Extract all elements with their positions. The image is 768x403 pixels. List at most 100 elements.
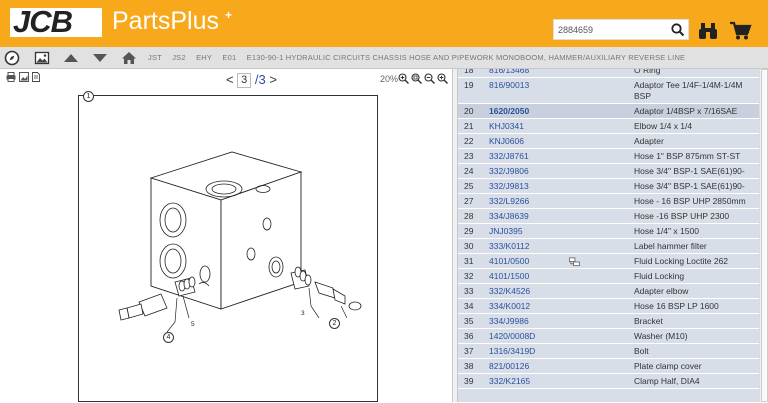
callout-2[interactable]: 2: [329, 318, 340, 329]
part-description: Clamp Half, DIA4: [634, 376, 700, 386]
viewer-toolbar: < 3 /3 > 20%: [0, 69, 452, 91]
callout-4[interactable]: 4: [163, 332, 174, 343]
table-row[interactable]: 36 1420/0008D Washer (M10): [458, 329, 759, 344]
part-number-link[interactable]: 332/J9806: [489, 164, 529, 179]
print-icon[interactable]: [6, 72, 16, 82]
table-row[interactable]: 34 334/K0012 Hose 16 BSP LP 1600: [458, 299, 759, 314]
part-description: Bolt: [634, 346, 649, 356]
compass-icon[interactable]: [4, 50, 20, 66]
table-row[interactable]: 38 821/00126 Plate clamp cover: [458, 359, 759, 374]
part-number-link[interactable]: 1420/0008D: [489, 329, 535, 344]
part-description: O Ring: [634, 69, 661, 75]
diagram-sheet[interactable]: 1 5 3 4 2: [78, 91, 378, 402]
table-row[interactable]: 28 334/J8639 Hose -16 BSP UHP 2300: [458, 209, 759, 224]
table-row[interactable]: 23 332/J8761 Hose 1" BSP 875mm ST-ST: [458, 149, 759, 164]
zoom-out-icon[interactable]: [424, 73, 435, 84]
part-description: Fluid Locking: [634, 271, 685, 281]
table-row[interactable]: 33 332/K4526 Adapter elbow: [458, 284, 759, 299]
label-5: 5: [191, 321, 195, 328]
part-description: Adapter elbow: [634, 286, 689, 296]
prev-page-button[interactable]: <: [226, 72, 234, 87]
part-number-link[interactable]: 334/J9986: [489, 314, 529, 329]
hydraulic-block-diagram: 5 3: [118, 151, 362, 333]
search-input[interactable]: [558, 23, 668, 37]
row-number: 30: [464, 241, 474, 251]
part-number-link[interactable]: 4101/0500: [489, 254, 529, 269]
part-number-link[interactable]: 816/13468: [489, 69, 529, 78]
part-number-link[interactable]: JNJ0395: [489, 224, 523, 239]
part-number-link[interactable]: 821/00126: [489, 359, 529, 374]
part-description: Hose 16 BSP LP 1600: [634, 301, 719, 311]
part-description: Hose 3/4" BSP-1 SAE(61)90-: [634, 166, 745, 176]
part-description: Adaptor 1/4BSP x 7/16SAE: [634, 106, 738, 116]
parts-scrollbar[interactable]: [759, 69, 768, 402]
brand-plus-mark: +: [225, 8, 233, 22]
row-number: 31: [464, 256, 474, 266]
table-row[interactable]: 19 816/90013 Adaptor Tee 1/4F-1/4M-1/4M BS…: [458, 78, 759, 104]
row-number: 20: [464, 106, 474, 116]
zoom-fit-icon[interactable]: [411, 73, 422, 84]
search-icon[interactable]: [670, 22, 686, 38]
table-row[interactable]: 30 333/K0112 Label hammer filter: [458, 239, 759, 254]
part-number-link[interactable]: 332/K4526: [489, 284, 530, 299]
part-number-link[interactable]: 334/J8639: [489, 209, 529, 224]
table-row[interactable]: 27 332/L9266 Hose - 16 BSP UHP 2850mm: [458, 194, 759, 209]
table-row[interactable]: 22 KNJ0606 Adapter: [458, 134, 759, 149]
row-number: 33: [464, 286, 474, 296]
table-row[interactable]: 20 1620/2050 Adaptor 1/4BSP x 7/16SAE: [458, 104, 759, 119]
part-number-link[interactable]: 333/K0112: [489, 239, 530, 254]
zoom-in-icon[interactable]: [398, 73, 409, 84]
breadcrumb-item[interactable]: E130-90-1 HYDRAULIC CIRCUITS CHASSIS HOS…: [247, 53, 686, 62]
next-page-button[interactable]: >: [269, 72, 277, 87]
image-icon[interactable]: [34, 50, 50, 66]
brand-title: PartsPlus: [112, 7, 219, 35]
table-row[interactable]: 37 1316/3419D Bolt: [458, 344, 759, 359]
parts-table: 18 816/13468 O Ring 19 816/90013 Adaptor Tee …: [458, 69, 759, 402]
part-number-link[interactable]: 334/K0012: [489, 299, 530, 314]
document-icon[interactable]: [31, 72, 41, 82]
part-number-link[interactable]: 1620/2050: [489, 104, 529, 119]
search-box: [553, 19, 689, 40]
table-row[interactable]: 39 332/K2165 Clamp Half, DIA4: [458, 374, 759, 389]
page-number-input[interactable]: 3: [237, 73, 252, 88]
part-number-link[interactable]: 332/J9813: [489, 179, 529, 194]
table-row[interactable]: 35 334/J9986 Bracket: [458, 314, 759, 329]
arrow-down-icon[interactable]: [92, 50, 108, 66]
part-description: Hose -16 BSP UHP 2300: [634, 211, 730, 221]
breadcrumb-item[interactable]: JST: [148, 53, 162, 62]
part-number-link[interactable]: KHJ0341: [489, 119, 524, 134]
row-number: 22: [464, 136, 474, 146]
table-row[interactable]: 18 816/13468 O Ring: [458, 69, 759, 78]
breadcrumb-item[interactable]: E01: [222, 53, 236, 62]
part-number-link[interactable]: 332/K2165: [489, 374, 530, 389]
table-row[interactable]: 25 332/J9813 Hose 3/4" BSP-1 SAE(61)90-: [458, 179, 759, 194]
image-export-icon[interactable]: [19, 72, 29, 82]
arrow-up-icon[interactable]: [63, 50, 79, 66]
table-row[interactable]: 21 KHJ0341 Elbow 1/4 x 1/4: [458, 119, 759, 134]
part-number-link[interactable]: 332/L9266: [489, 194, 529, 209]
jcb-logo[interactable]: JCB: [10, 4, 102, 39]
page-navigator: < 3 /3 >: [226, 72, 277, 88]
breadcrumb-item[interactable]: EHY: [196, 53, 212, 62]
table-row[interactable]: 31 4101/0500 Fluid Locking Loctite 262: [458, 254, 759, 269]
cart-icon[interactable]: [728, 20, 752, 41]
breadcrumb: JST JS2 EHY E01 E130-90-1 HYDRAULIC CIRC…: [148, 53, 693, 62]
table-row[interactable]: 29 JNJ0395 Hose 1/4" x 1500: [458, 224, 759, 239]
row-number: 21: [464, 121, 474, 131]
scrollbar-thumb[interactable]: [761, 69, 768, 402]
zoom-reset-icon[interactable]: [437, 73, 448, 84]
part-number-link[interactable]: 816/90013: [489, 78, 529, 93]
table-row[interactable]: 32 4101/1500 Fluid Locking: [458, 269, 759, 284]
part-description: Hose 1/4" x 1500: [634, 226, 699, 236]
table-row[interactable]: 24 332/J9806 Hose 3/4" BSP-1 SAE(61)90-: [458, 164, 759, 179]
part-description: Adapter: [634, 136, 664, 146]
home-icon[interactable]: [121, 50, 137, 66]
part-number-link[interactable]: 1316/3419D: [489, 344, 535, 359]
part-description: Elbow 1/4 x 1/4: [634, 121, 693, 131]
binoculars-icon[interactable]: [697, 21, 719, 41]
part-number-link[interactable]: 332/J8761: [489, 149, 529, 164]
part-number-link[interactable]: 4101/1500: [489, 269, 529, 284]
part-number-link[interactable]: KNJ0606: [489, 134, 524, 149]
breadcrumb-item[interactable]: JS2: [172, 53, 186, 62]
row-number: 35: [464, 316, 474, 326]
